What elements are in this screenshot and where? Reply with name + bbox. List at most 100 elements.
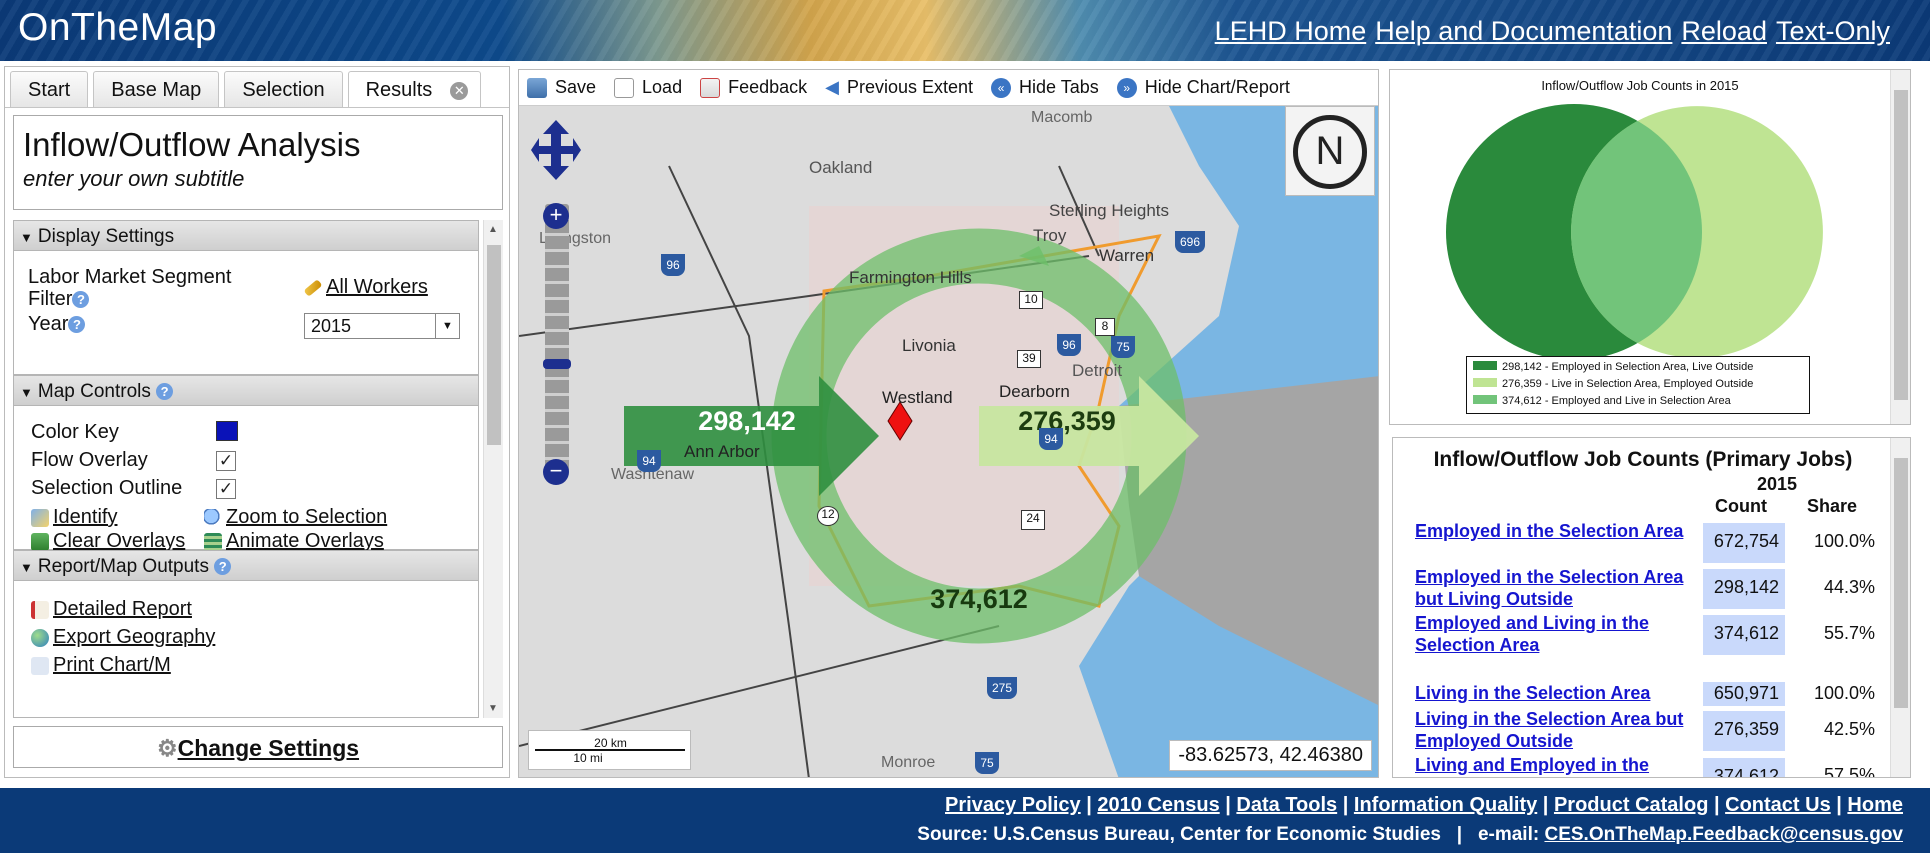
contact-us-link[interactable]: Contact Us bbox=[1725, 794, 1831, 816]
all-workers-link[interactable]: All Workers bbox=[326, 276, 428, 298]
clear-overlays-link[interactable]: Clear Overlays bbox=[53, 530, 185, 552]
flow-overlay-label: Flow Overlay bbox=[31, 449, 148, 471]
tab-selection[interactable]: Selection bbox=[224, 71, 343, 107]
help-icon[interactable]: ? bbox=[156, 383, 174, 401]
tab-results[interactable]: Results ✕ bbox=[347, 71, 482, 108]
layers-icon bbox=[31, 532, 49, 551]
pan-control[interactable] bbox=[531, 120, 581, 180]
segment-filter-text: Labor Market Segment Filter bbox=[28, 266, 232, 310]
data-tools-link[interactable]: Data Tools bbox=[1236, 794, 1337, 816]
product-catalog-link[interactable]: Product Catalog bbox=[1554, 794, 1708, 816]
place-label: Monroe bbox=[881, 754, 936, 771]
reload-link[interactable]: Reload bbox=[1681, 16, 1767, 47]
help-icon[interactable]: ? bbox=[72, 291, 90, 309]
map-controls-header[interactable]: ▼ Map Controls ? bbox=[13, 375, 479, 406]
dropdown-arrow-icon[interactable]: ▼ bbox=[435, 314, 459, 338]
scroll-thumb[interactable] bbox=[1894, 90, 1908, 400]
report-row-share: 100.0% bbox=[1813, 531, 1875, 551]
report-row-label[interactable]: Living in the Selection Area bbox=[1415, 682, 1705, 704]
scroll-down-icon[interactable]: ▼ bbox=[488, 703, 498, 714]
collapse-triangle-icon: ▼ bbox=[20, 385, 33, 400]
place-label: Detroit bbox=[1072, 361, 1123, 380]
zoom-to-selection-link[interactable]: Zoom to Selection bbox=[226, 506, 387, 528]
lehd-home-link[interactable]: LEHD Home bbox=[1215, 16, 1367, 47]
zoom-out-icon[interactable]: − bbox=[543, 459, 569, 485]
color-key-swatch[interactable] bbox=[216, 421, 238, 447]
zoom-slider[interactable] bbox=[545, 204, 569, 474]
hide-chart-button[interactable]: » Hide Chart/Report bbox=[1116, 77, 1290, 98]
home-link[interactable]: Home bbox=[1847, 794, 1903, 816]
hide-tabs-button[interactable]: « Hide Tabs bbox=[991, 77, 1099, 98]
export-geography-link[interactable]: Export Geography bbox=[53, 626, 215, 648]
feedback-button[interactable]: Feedback bbox=[700, 77, 807, 98]
flow-overlay-checkbox[interactable]: ✓ bbox=[216, 449, 236, 472]
identify-link[interactable]: Identify bbox=[53, 506, 117, 528]
interior-value: 374,612 bbox=[930, 584, 1028, 614]
help-icon[interactable]: ? bbox=[214, 558, 232, 576]
report-row-label[interactable]: Employed and Living in the Selection Are… bbox=[1415, 612, 1685, 656]
detailed-report-link[interactable]: Detailed Report bbox=[53, 598, 192, 620]
report-row-label[interactable]: Living and Employed in the bbox=[1415, 754, 1685, 776]
close-icon[interactable]: ✕ bbox=[450, 82, 469, 100]
identify-tool[interactable]: Identify bbox=[31, 506, 117, 529]
map-controls-body: Color Key Flow Overlay ✓ Selection Outli… bbox=[13, 406, 479, 552]
scroll-thumb[interactable] bbox=[1894, 458, 1908, 708]
outputs-header[interactable]: ▼ Report/Map Outputs ? bbox=[13, 550, 479, 581]
segment-filter-label: Labor Market Segment Filter? bbox=[28, 266, 258, 310]
print-chart-link[interactable]: Print Chart/M bbox=[53, 654, 171, 676]
change-settings-label: Change Settings bbox=[177, 735, 360, 761]
email-link[interactable]: CES.OnTheMap.Feedback@census.gov bbox=[1544, 824, 1903, 845]
analysis-subtitle[interactable]: enter your own subtitle bbox=[23, 166, 502, 192]
export-geography-tool[interactable]: Export Geography bbox=[31, 626, 215, 649]
onthemap-app: OnTheMap LEHD Home Help and Documentatio… bbox=[0, 0, 1930, 853]
count-header: Count bbox=[1715, 496, 1767, 516]
report-year: 2015 bbox=[1757, 474, 1798, 494]
detailed-report-tool[interactable]: Detailed Report bbox=[31, 598, 192, 621]
analysis-title: Inflow/Outflow Analysis bbox=[23, 126, 361, 163]
source-text: Source: U.S.Census Bureau, Center for Ec… bbox=[917, 824, 1441, 845]
report-title: Inflow/Outflow Job Counts (Primary Jobs) bbox=[1433, 448, 1853, 471]
settings-scrollbar[interactable]: ▲ ▼ bbox=[483, 220, 503, 718]
tab-base-map[interactable]: Base Map bbox=[93, 71, 220, 107]
feedback-icon bbox=[700, 77, 721, 98]
feedback-label: Feedback bbox=[728, 77, 808, 97]
save-button[interactable]: Save bbox=[527, 77, 596, 98]
analysis-title-box[interactable]: Inflow/Outflow Analysis enter your own s… bbox=[13, 115, 503, 210]
place-label: Macomb bbox=[1031, 109, 1093, 126]
report-row-label[interactable]: Employed in the Selection Area bbox=[1415, 520, 1685, 542]
place-label: Dearborn bbox=[999, 382, 1070, 401]
map-canvas[interactable]: 298,142 276,359 374,612 Oakland Macomb S… bbox=[519, 106, 1378, 777]
zoom-in-icon[interactable]: + bbox=[543, 203, 569, 229]
report-row-count: 374,612 bbox=[1703, 615, 1785, 655]
census-2010-link[interactable]: 2010 Census bbox=[1097, 794, 1219, 816]
zoom-thumb[interactable] bbox=[543, 359, 571, 369]
year-select[interactable]: 2015 ▼ bbox=[304, 313, 460, 339]
report-scrollbar[interactable] bbox=[1890, 438, 1910, 777]
selection-outline-checkbox[interactable]: ✓ bbox=[216, 477, 236, 500]
save-icon bbox=[527, 77, 547, 98]
report-row-count: 672,754 bbox=[1703, 523, 1785, 563]
previous-extent-button[interactable]: ◀ Previous Extent bbox=[825, 77, 973, 98]
checkmark-icon: ✓ bbox=[216, 479, 236, 499]
outputs-body: Detailed Report Export Geography Print C… bbox=[13, 581, 479, 718]
tab-start[interactable]: Start bbox=[10, 71, 89, 107]
help-link[interactable]: Help and Documentation bbox=[1375, 16, 1672, 47]
text-only-link[interactable]: Text-Only bbox=[1776, 16, 1890, 47]
report-row-label[interactable]: Employed in the Selection Area but Livin… bbox=[1415, 566, 1685, 610]
share-header: Share bbox=[1807, 496, 1858, 516]
load-button[interactable]: Load bbox=[614, 77, 682, 98]
privacy-policy-link[interactable]: Privacy Policy bbox=[945, 794, 1081, 816]
zoom-selection-tool[interactable]: Zoom to Selection bbox=[204, 506, 387, 529]
chart-scrollbar[interactable] bbox=[1890, 70, 1910, 424]
report-row-share: 55.7% bbox=[1823, 623, 1875, 643]
information-quality-link[interactable]: Information Quality bbox=[1354, 794, 1537, 816]
change-settings-button[interactable]: ⚙Change Settings bbox=[13, 726, 503, 768]
scroll-up-icon[interactable]: ▲ bbox=[488, 224, 498, 235]
display-settings-header[interactable]: ▼ Display Settings bbox=[13, 220, 479, 251]
map-controls-title: Map Controls bbox=[37, 381, 151, 402]
report-row-label[interactable]: Living in the Selection Area but Employe… bbox=[1415, 708, 1685, 752]
print-chart-tool[interactable]: Print Chart/M bbox=[31, 654, 171, 677]
scroll-thumb[interactable] bbox=[487, 245, 501, 445]
animate-overlays-link[interactable]: Animate Overlays bbox=[226, 530, 384, 552]
segment-filter-value[interactable]: All Workers bbox=[303, 276, 428, 299]
